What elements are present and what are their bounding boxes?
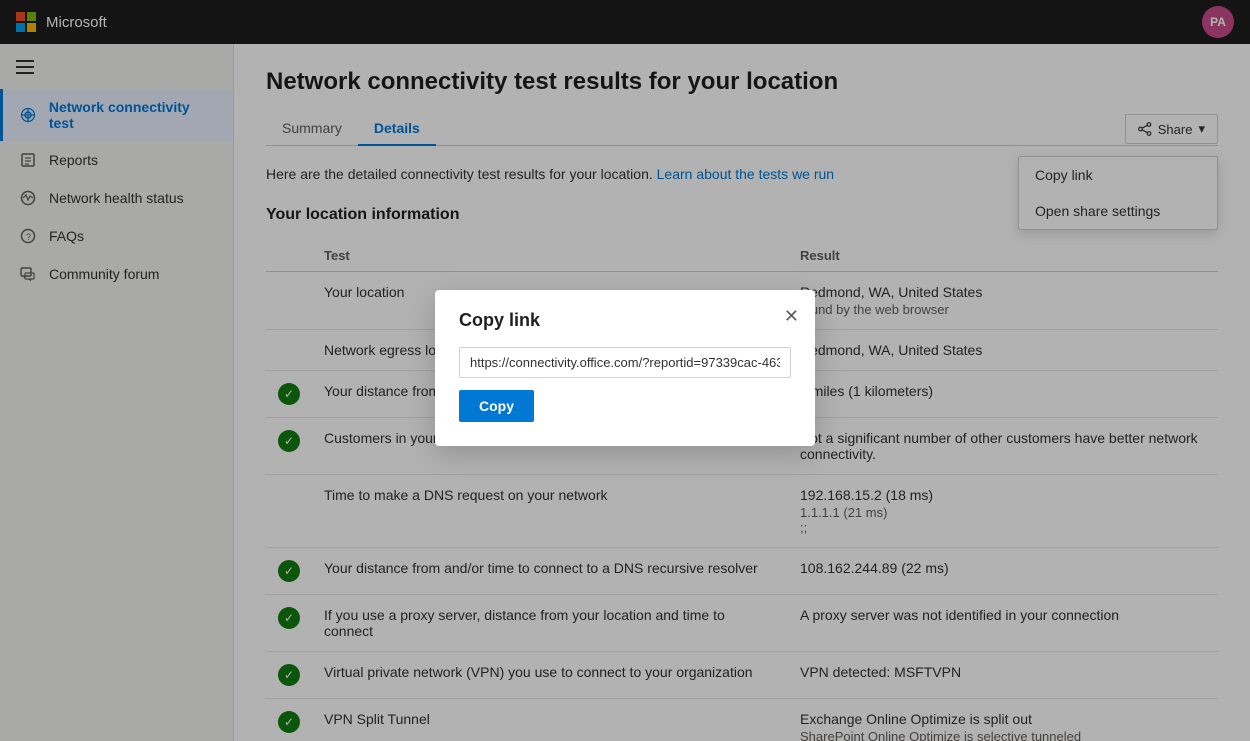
modal-overlay[interactable]: Copy link ✕ Copy — [0, 0, 1250, 741]
modal-title: Copy link — [459, 310, 791, 331]
copy-button[interactable]: Copy — [459, 390, 534, 422]
modal-close-button[interactable]: ✕ — [784, 306, 799, 327]
url-input[interactable] — [459, 347, 791, 378]
copy-link-modal: Copy link ✕ Copy — [435, 290, 815, 446]
